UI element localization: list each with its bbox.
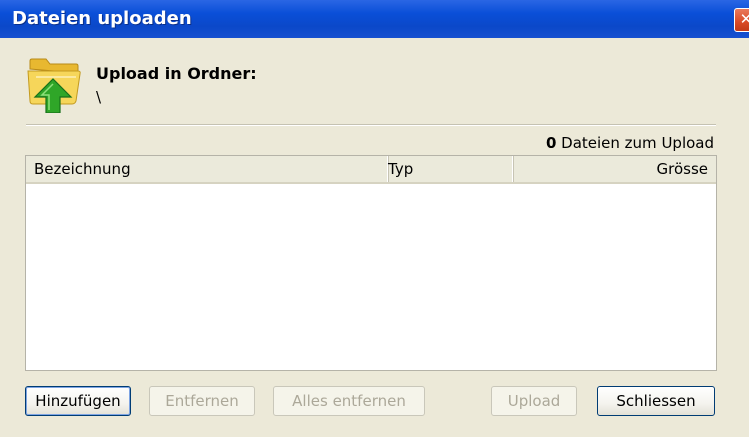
separator — [26, 124, 716, 126]
column-header-size[interactable]: Grösse — [512, 156, 716, 182]
upload-count-number: 0 — [545, 134, 557, 152]
upload-folder-path: \ — [96, 88, 102, 106]
window-title: Dateien uploaden — [12, 8, 192, 29]
remove-button[interactable]: Entfernen — [149, 386, 255, 416]
close-window-button[interactable]: ✕ — [734, 8, 749, 32]
upload-dialog: Dateien uploaden ✕ Upload in Ordner: \ 0… — [0, 0, 749, 437]
file-list-header: Bezeichnung Typ Grösse — [26, 156, 716, 184]
file-list[interactable]: Bezeichnung Typ Grösse — [25, 155, 717, 371]
add-button[interactable]: Hinzufügen — [25, 386, 131, 416]
remove-all-button[interactable]: Alles entfernen — [273, 386, 425, 416]
upload-count-text: Dateien zum Upload — [561, 134, 714, 152]
title-bar[interactable]: Dateien uploaden ✕ — [0, 0, 749, 38]
folder-upload-icon — [27, 58, 81, 113]
upload-button[interactable]: Upload — [491, 386, 577, 416]
upload-count: 0 Dateien zum Upload — [546, 134, 714, 152]
column-header-name[interactable]: Bezeichnung — [26, 156, 388, 182]
upload-folder-label: Upload in Ordner: — [96, 64, 257, 83]
close-button[interactable]: Schliessen — [597, 386, 715, 416]
column-header-type[interactable]: Typ — [380, 156, 513, 182]
